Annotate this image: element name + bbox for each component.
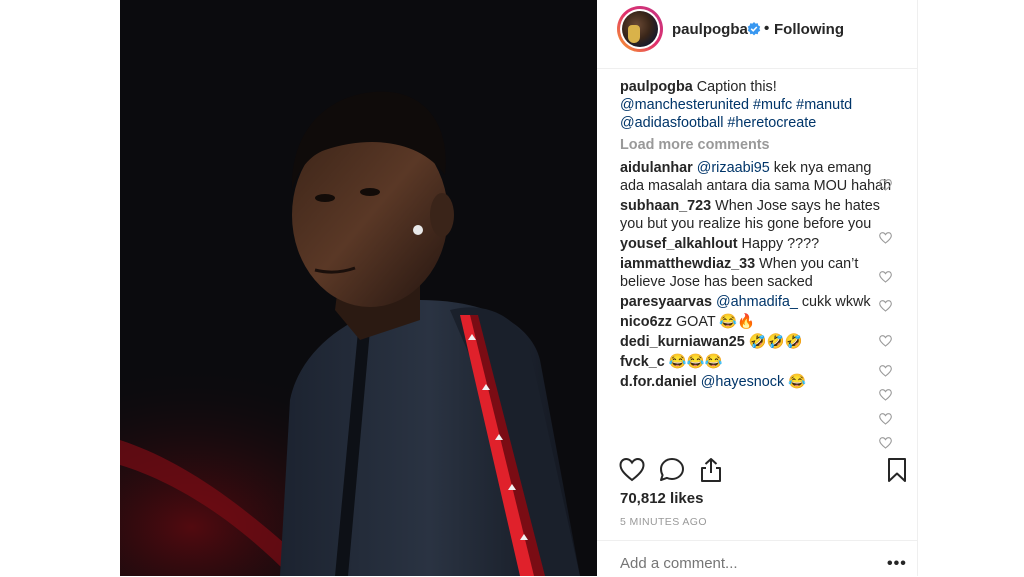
comment-item: d.for.daniel @hayesnock 😂: [620, 373, 892, 391]
post-photo-illustration: [120, 0, 597, 576]
comment-username[interactable]: yousef_alkahlout: [620, 236, 738, 252]
comment-item: yousef_alkahlout Happy ????: [620, 235, 892, 253]
heart-outline-icon[interactable]: [879, 389, 892, 401]
heart-outline-icon[interactable]: [879, 413, 892, 425]
share-icon[interactable]: [697, 456, 725, 484]
comment-text: 😂: [784, 374, 807, 390]
comment-item: nico6zz GOAT 😂🔥: [620, 313, 892, 331]
trophy-shape: [628, 25, 640, 43]
caption-username[interactable]: paulpogba: [620, 79, 693, 95]
comment-text: cukk wkwk: [797, 294, 871, 310]
comment-text: 😂😂😂: [664, 354, 723, 370]
comment-item: dedi_kurniawan25 🤣🤣🤣: [620, 333, 892, 351]
comment-item: iammatthewdiaz_33 When you can’t believe…: [620, 255, 892, 291]
comment-item: fvck_c 😂😂😂: [620, 353, 892, 371]
caption-tags-line-2[interactable]: @adidasfootball #heretocreate: [620, 115, 816, 131]
add-comment-bar: •••: [597, 540, 917, 577]
caption-text: Caption this!: [696, 79, 777, 95]
comment-mention[interactable]: @rizaabi95: [697, 160, 770, 176]
caption: paulpogba Caption this! @manchesterunite…: [620, 78, 892, 132]
heart-outline-icon[interactable]: [879, 365, 892, 377]
add-comment-input[interactable]: [620, 555, 860, 572]
comment-text: 🤣🤣🤣: [744, 334, 803, 350]
comment-item: aidulanhar @rizaabi95 kek nya emang ada …: [620, 159, 892, 195]
comment-username[interactable]: fvck_c: [620, 354, 665, 370]
post-header: paulpogba • Following: [597, 0, 917, 69]
comment-username[interactable]: paresyaarvas: [620, 294, 712, 310]
comment-username[interactable]: aidulanhar: [620, 160, 693, 176]
verified-badge-icon: [747, 22, 761, 36]
following-button[interactable]: Following: [774, 21, 844, 38]
comment-username[interactable]: nico6zz: [620, 314, 672, 330]
post-photo[interactable]: [120, 0, 597, 576]
comment-username[interactable]: iammatthewdiaz_33: [620, 256, 755, 272]
like-heart-icon[interactable]: [618, 456, 646, 484]
heart-outline-icon[interactable]: [879, 300, 892, 312]
comments-list[interactable]: paulpogba Caption this! @manchesterunite…: [620, 78, 892, 445]
comment-mention[interactable]: @ahmadifa_: [716, 294, 798, 310]
header-username[interactable]: paulpogba: [672, 21, 748, 38]
load-more-comments-button[interactable]: Load more comments: [620, 136, 892, 154]
likes-count[interactable]: 70,812 likes: [620, 490, 703, 507]
comment-item: paresyaarvas @ahmadifa_ cukk wkwk: [620, 293, 892, 311]
comment-username[interactable]: dedi_kurniawan25: [620, 334, 745, 350]
comment-bubble-icon[interactable]: [658, 456, 686, 484]
heart-outline-icon[interactable]: [879, 179, 892, 191]
caption-tags-line-1[interactable]: @manchesterunited #mufc #manutd: [620, 97, 852, 113]
avatar-image: [622, 11, 658, 47]
post-actions: [597, 450, 917, 490]
comment-username[interactable]: d.for.daniel: [620, 374, 697, 390]
more-options-icon[interactable]: •••: [887, 555, 907, 573]
heart-outline-icon[interactable]: [879, 271, 892, 283]
heart-outline-icon[interactable]: [879, 335, 892, 347]
comment-mention[interactable]: @hayesnock: [701, 374, 784, 390]
comment-item: subhaan_723 When Jose says he hates you …: [620, 197, 892, 233]
comment-username[interactable]: subhaan_723: [620, 198, 711, 214]
avatar-ring-inner: [620, 9, 660, 49]
heart-outline-icon[interactable]: [879, 437, 892, 449]
post-timestamp: 5 MINUTES AGO: [620, 516, 707, 528]
bookmark-icon[interactable]: [883, 456, 911, 484]
avatar[interactable]: [617, 6, 663, 52]
comment-text: GOAT 😂🔥: [671, 314, 756, 330]
comment-text: Happy ????: [737, 236, 820, 252]
header-separator: •: [764, 20, 770, 37]
heart-outline-icon[interactable]: [879, 232, 892, 244]
post-side-panel: paulpogba • Following paulpogba Caption …: [597, 0, 918, 576]
